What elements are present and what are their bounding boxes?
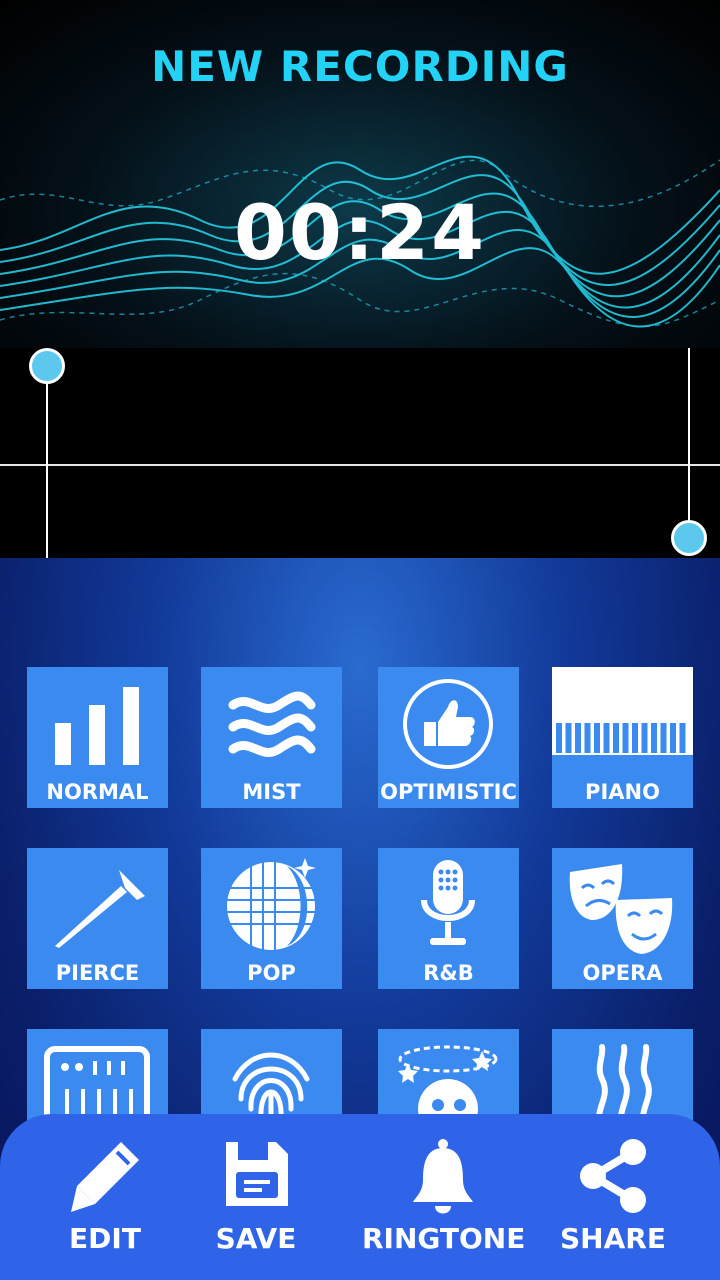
effect-opera-button[interactable]: OPERA: [552, 848, 693, 989]
piano-key: [584, 723, 591, 753]
trim-start-handle[interactable]: [29, 348, 65, 384]
piano-key: [651, 723, 657, 753]
share-icon: [580, 1139, 646, 1213]
effect-pierce-button[interactable]: PIERCE: [27, 848, 168, 989]
piano-key: [660, 723, 667, 753]
share-label: SHARE: [560, 1222, 666, 1255]
effect-label: POP: [247, 961, 296, 985]
recording-timer: 00:24: [234, 188, 486, 277]
piano-key: [622, 723, 629, 753]
effect-normal-button[interactable]: NORMAL: [27, 667, 168, 808]
effect-mist-button[interactable]: MIST: [201, 667, 342, 808]
effect-pop-button[interactable]: POP: [201, 848, 342, 989]
recording-header: NEW RECORDING 00:24: [0, 0, 720, 348]
effect-label: PIANO: [585, 780, 660, 804]
piano-key: [670, 723, 676, 753]
effect-piano-button[interactable]: PIANO: [552, 667, 693, 808]
effect-label: OPERA: [582, 961, 663, 985]
effect-label: PIERCE: [55, 961, 140, 985]
ringtone-label: RINGTONE: [362, 1222, 526, 1255]
effect-label: R&B: [423, 961, 474, 985]
piano-key: [594, 723, 600, 753]
save-label: SAVE: [215, 1222, 297, 1255]
edit-label: EDIT: [69, 1222, 141, 1255]
piano-key: [679, 723, 686, 753]
edit-button[interactable]: EDIT: [40, 1114, 170, 1280]
bell-icon: [413, 1139, 473, 1214]
piano-key: [575, 723, 581, 753]
effect-label: NORMAL: [46, 780, 149, 804]
effect-label: OPTIMISTIC: [380, 780, 517, 804]
share-button[interactable]: SHARE: [550, 1114, 676, 1280]
effect-rnb-button[interactable]: R&B: [378, 848, 519, 989]
piano-key: [641, 723, 648, 753]
piano-key: [632, 723, 638, 753]
trim-end-line: [688, 348, 690, 520]
effect-optimistic-button[interactable]: OPTIMISTIC: [378, 667, 519, 808]
audio-waveform[interactable]: [0, 348, 720, 558]
piano-key: [556, 723, 562, 753]
piano-key: [613, 723, 619, 753]
waveform-graphic: [0, 376, 720, 497]
piano-key: [603, 723, 610, 753]
trim-start-line: [46, 368, 48, 558]
effect-label: MIST: [242, 780, 301, 804]
floppy-disk-icon: [226, 1142, 288, 1206]
bottom-action-bar: EDIT SAVE RINGTONE SHARE: [0, 1114, 720, 1280]
pencil-icon: [71, 1142, 139, 1212]
ringtone-button[interactable]: RINGTONE: [362, 1114, 526, 1280]
page-title: NEW RECORDING: [151, 42, 569, 91]
trim-end-handle[interactable]: [671, 520, 707, 556]
save-button[interactable]: SAVE: [196, 1114, 316, 1280]
piano-key: [565, 723, 572, 753]
